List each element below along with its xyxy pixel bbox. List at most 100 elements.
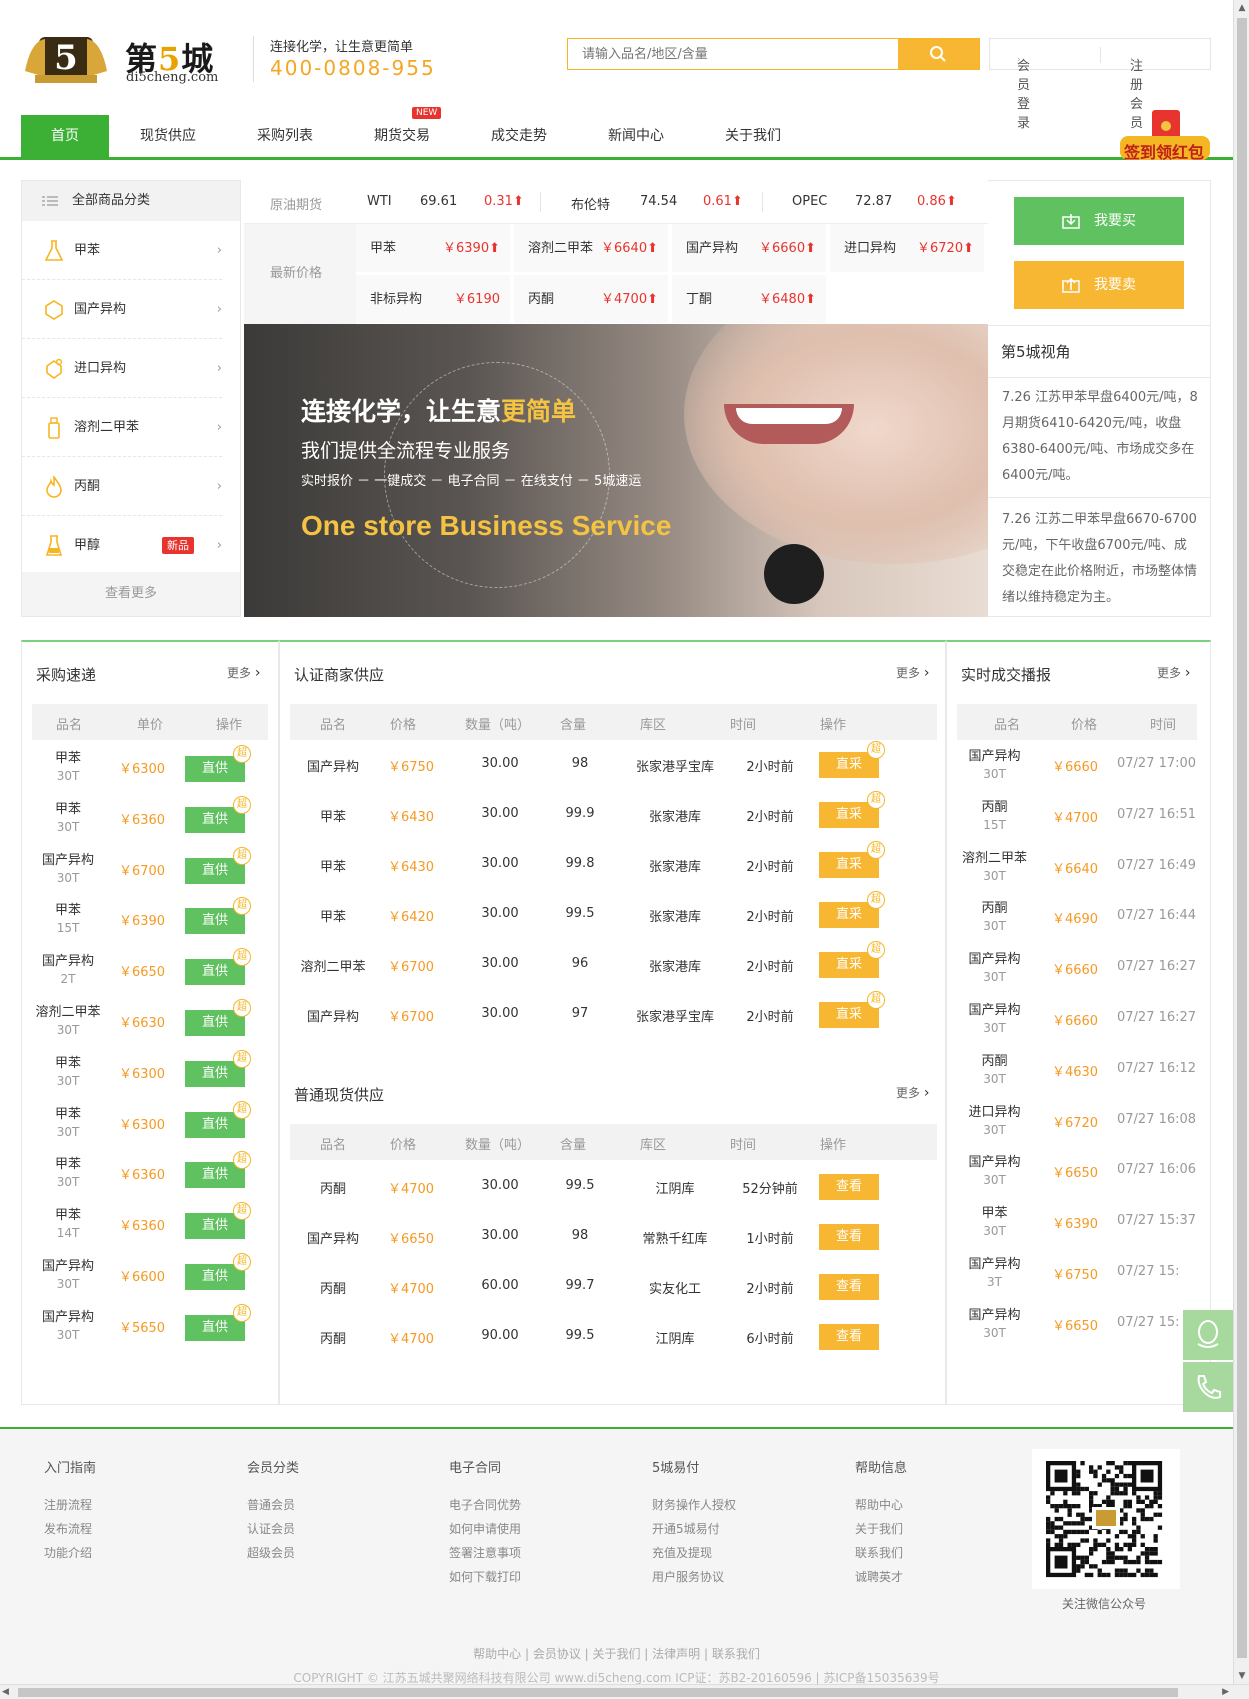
latest-price-item[interactable]: 进口异构 ￥6720⬆	[830, 224, 986, 274]
table-row[interactable]: 国产异构 ￥6700 30.00 97 张家港孚宝库 2小时前 直采超	[290, 990, 937, 1044]
chevron-right-icon: ›	[216, 420, 222, 435]
footer-link[interactable]: 充值及提现	[652, 1541, 736, 1565]
nav-futures[interactable]: 期货交易	[358, 115, 446, 157]
footer-link[interactable]: 联系我们	[855, 1541, 907, 1565]
category-title: 全部商品分类	[72, 193, 151, 208]
table-row[interactable]: 国产异构 30T ￥6660 07/27 16:27	[957, 941, 1197, 995]
footer-link[interactable]: 如何申请使用	[449, 1517, 521, 1541]
scroll-thumb[interactable]	[1237, 18, 1247, 1658]
cell-name: 丙酮	[319, 1282, 346, 1297]
scroll-up-arrow[interactable]: ▲	[1234, 0, 1249, 16]
deal-time: 07/27 16:51	[1117, 806, 1197, 822]
footer-link[interactable]: 用户服务协议	[652, 1565, 736, 1589]
footer-link[interactable]: 认证会员	[247, 1517, 299, 1541]
nav-about[interactable]: 关于我们	[709, 115, 797, 157]
super-badge: 超	[867, 891, 885, 909]
insight-news-item[interactable]: 7.26 江苏甲苯早盘6400元/吨，8月期货6410-6420元/吨，收盘63…	[1002, 385, 1198, 489]
table-row[interactable]: 甲苯 30T ￥6390 07/27 15:37	[957, 1195, 1197, 1249]
category-methanol[interactable]: 甲醇 新品 ›	[22, 516, 222, 575]
checkin-redpacket[interactable]: 签到领红包	[1118, 108, 1213, 164]
deals-more-link[interactable]: 更多 ›	[1157, 664, 1190, 681]
latest-price-item[interactable]: 丁酮 ￥6480⬆	[672, 275, 828, 325]
footer-link[interactable]: 如何下载打印	[449, 1565, 521, 1589]
product-name: 国产异构	[41, 852, 94, 868]
category-acetone[interactable]: 丙酮 ›	[22, 457, 222, 516]
footer-link[interactable]: 开通5城易付	[652, 1517, 736, 1541]
scroll-down-arrow[interactable]: ▼	[1234, 1668, 1249, 1684]
category-xylene[interactable]: 溶剂二甲苯 ›	[22, 398, 222, 457]
table-row[interactable]: 国产异构 30T ￥6660 07/27 17:00	[957, 738, 1197, 792]
insight-news-item[interactable]: 7.26 江苏二甲苯早盘6670-6700元/吨，下午收盘6700元/吨、成交稳…	[1002, 507, 1198, 611]
category-toluene[interactable]: 甲苯 ›	[22, 221, 222, 280]
latest-price-item[interactable]: 非标异构 ￥6190	[356, 275, 512, 325]
footer-link[interactable]: 关于我们	[855, 1517, 907, 1541]
table-row[interactable]: 进口异构 30T ￥6720 07/27 16:08	[957, 1094, 1197, 1148]
footer-link[interactable]: 帮助中心	[855, 1493, 907, 1517]
latest-price-item[interactable]: 国产异构 ￥6660⬆	[672, 224, 828, 274]
hero-banner[interactable]: 连接化学，让生意更简单 我们提供全流程专业服务 实时报价 － 一键成交 － 电子…	[244, 324, 988, 617]
view-button[interactable]: 查看	[819, 1324, 879, 1350]
latest-price-item[interactable]: 溶剂二甲苯 ￥6640⬆	[514, 224, 670, 274]
footer-link[interactable]: 诚聘英才	[855, 1565, 907, 1589]
redpacket-label: 签到领红包	[1124, 143, 1205, 162]
nav-news[interactable]: 新闻中心	[592, 115, 680, 157]
table-row[interactable]: 甲苯 ￥6430 30.00 99.9 张家港库 2小时前 直采超	[290, 790, 937, 844]
view-button[interactable]: 查看	[819, 1174, 879, 1200]
nav-trend[interactable]: 成交走势	[475, 115, 563, 157]
footer-link[interactable]: 超级会员	[247, 1541, 299, 1565]
footer-links[interactable]: 帮助中心 | 会员协议 | 关于我们 | 法律声明 | 联系我们	[0, 1645, 1233, 1662]
certified-more-link[interactable]: 更多 ›	[896, 664, 929, 681]
footer-link[interactable]: 电子合同优势	[449, 1493, 521, 1517]
view-button[interactable]: 查看	[819, 1224, 879, 1250]
scroll-right-arrow[interactable]: ▶	[1222, 1685, 1229, 1699]
table-row[interactable]: 丙酮 15T ￥4700 07/27 16:51	[957, 789, 1197, 843]
latest-price-item[interactable]: 甲苯 ￥6390⬆	[356, 224, 512, 274]
latest-price-item[interactable]: 丙酮 ￥4700⬆	[514, 275, 670, 325]
purchase-more-link[interactable]: 更多 ›	[227, 664, 260, 681]
footer-link[interactable]: 签署注意事项	[449, 1541, 521, 1565]
table-row[interactable]: 甲苯 ￥6430 30.00 99.8 张家港库 2小时前 直采超	[290, 840, 937, 894]
category-imported-isomer[interactable]: 进口异构 ›	[22, 339, 222, 398]
footer-link[interactable]: 财务操作人授权	[652, 1493, 736, 1517]
phone-button[interactable]	[1183, 1362, 1233, 1412]
footer-link[interactable]: 发布流程	[44, 1517, 96, 1541]
banner-title: 连接化学，让生意更简单	[301, 397, 577, 426]
table-row[interactable]: 丙酮 ￥4700 30.00 99.5 江阴库 52分钟前 查看	[290, 1162, 937, 1216]
cell-purity: 98	[571, 756, 589, 771]
table-row[interactable]: 溶剂二甲苯 30T ￥6640 07/27 16:49	[957, 840, 1197, 894]
view-more-categories[interactable]: 查看更多	[22, 572, 240, 616]
footer-link[interactable]: 功能介绍	[44, 1541, 96, 1565]
scroll-thumb[interactable]	[18, 1688, 1178, 1697]
nav-purchase-list[interactable]: 采购列表	[241, 115, 329, 157]
scroll-left-arrow[interactable]: ◀	[2, 1685, 9, 1699]
table-row[interactable]: 国产异构 30T ￥6660 07/27 16:27	[957, 992, 1197, 1046]
normal-more-link[interactable]: 更多 ›	[896, 1084, 929, 1101]
nav-home[interactable]: 首页	[21, 115, 109, 157]
table-row[interactable]: 丙酮 ￥4700 90.00 99.5 江阴库 6小时前 查看	[290, 1312, 937, 1366]
footer-link[interactable]: 普通会员	[247, 1493, 299, 1517]
nav-spot-supply[interactable]: 现货供应	[124, 115, 212, 157]
table-row[interactable]: 丙酮 30T ￥4630 07/27 16:12	[957, 1043, 1197, 1097]
horizontal-scrollbar[interactable]: ◀ ▶	[0, 1684, 1249, 1699]
table-row[interactable]: 国产异构 30T ￥6650 07/27 15:	[957, 1297, 1197, 1351]
qq-button[interactable]	[1183, 1310, 1233, 1360]
search-button[interactable]	[898, 39, 979, 69]
qq-icon	[1197, 1320, 1219, 1348]
table-row[interactable]: 国产异构 ￥6750 30.00 98 张家港孚宝库 2小时前 直采超	[290, 740, 937, 794]
table-row[interactable]: 甲苯 ￥6420 30.00 99.5 张家港库 2小时前 直采超	[290, 890, 937, 944]
view-button[interactable]: 查看	[819, 1274, 879, 1300]
table-row[interactable]: 国产异构 3T ￥6750 07/27 15:	[957, 1246, 1197, 1300]
footer-link[interactable]: 注册流程	[44, 1493, 96, 1517]
sell-button[interactable]: 我要卖	[1014, 261, 1184, 309]
logo-emblem[interactable]: 5	[21, 31, 111, 85]
search-input[interactable]	[568, 39, 898, 69]
table-row[interactable]: 丙酮 30T ￥4690 07/27 16:44	[957, 890, 1197, 944]
cell-purity: 99.5	[565, 1328, 595, 1343]
table-row[interactable]: 溶剂二甲苯 ￥6700 30.00 96 张家港库 2小时前 直采超	[290, 940, 937, 994]
table-row[interactable]: 国产异构 30T ￥6650 07/27 16:06	[957, 1144, 1197, 1198]
vertical-scrollbar[interactable]: ▲ ▼	[1233, 0, 1249, 1684]
category-domestic-isomer[interactable]: 国产异构 ›	[22, 280, 222, 339]
buy-button[interactable]: 我要买	[1014, 197, 1184, 245]
table-row[interactable]: 丙酮 ￥4700 60.00 99.7 实友化工 2小时前 查看	[290, 1262, 937, 1316]
table-row[interactable]: 国产异构 ￥6650 30.00 98 常熟千红库 1小时前 查看	[290, 1212, 937, 1266]
